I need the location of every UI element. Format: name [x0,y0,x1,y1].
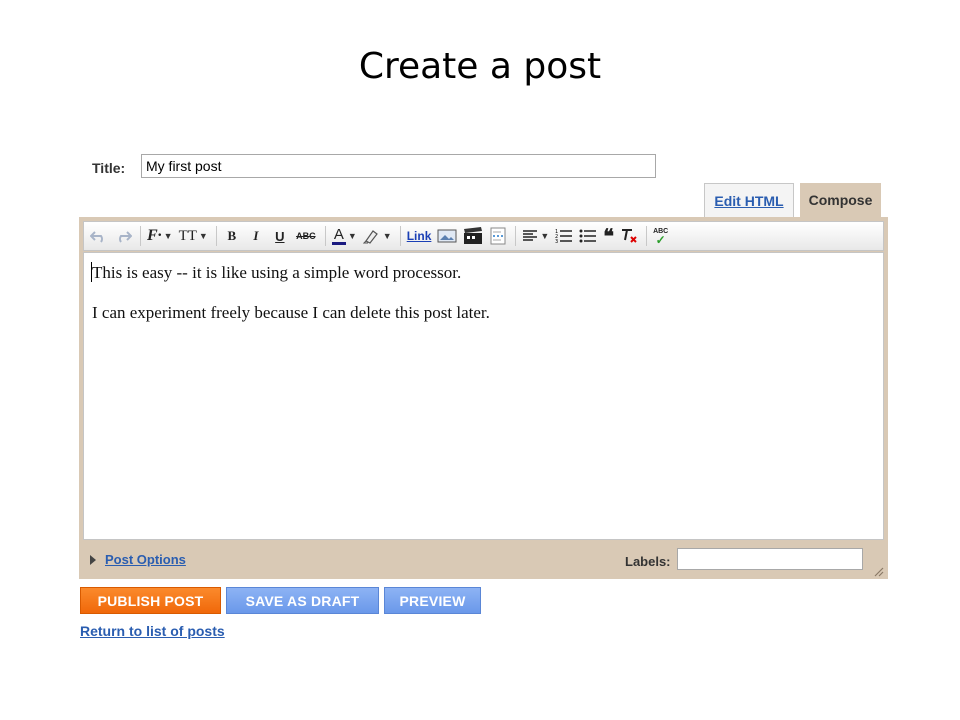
publish-post-button[interactable]: PUBLISH POST [80,587,221,614]
editor-paragraph: I can experiment freely because I can de… [92,303,490,322]
font-family-icon: F· [147,227,162,244]
title-label: Title: [92,160,126,176]
triangle-right-icon [90,554,96,565]
font-family-dropdown[interactable]: F· ▼ [147,225,173,247]
insert-image-icon[interactable] [437,225,457,247]
text-cursor [91,262,92,282]
return-to-posts-link[interactable]: Return to list of posts [80,623,225,639]
font-size-dropdown[interactable]: TT ▼ [179,225,208,247]
blockquote-icon[interactable]: ❝ [603,224,614,248]
bullet-list-icon[interactable] [579,225,597,247]
editor-paragraph: This is easy -- it is like using a simpl… [92,263,462,282]
chevron-down-icon: ▼ [198,231,208,241]
spellcheck-button[interactable]: ABC ✓ [653,225,668,247]
svg-text:3: 3 [555,239,558,244]
save-as-draft-button[interactable]: SAVE AS DRAFT [226,587,379,614]
toolbar-separator [324,226,326,246]
post-options-toggle[interactable]: Post Options [90,552,186,567]
redo-icon[interactable] [114,225,132,247]
checkmark-icon: ✓ [655,233,666,247]
chevron-down-icon: ▼ [540,231,550,241]
chevron-down-icon: ▼ [347,231,357,241]
remove-formatting-icon[interactable] [620,225,638,247]
post-body-editor[interactable]: This is easy -- it is like using a simpl… [83,252,884,540]
italic-button[interactable]: I [247,225,265,247]
font-size-icon: TT [178,227,197,244]
undo-icon[interactable] [90,225,108,247]
insert-video-icon[interactable] [463,225,483,247]
toolbar-separator [515,226,517,246]
labels-input[interactable] [677,548,863,570]
insert-jump-break-icon[interactable] [489,225,507,247]
toolbar-separator [399,226,401,246]
text-color-icon: A [331,226,346,245]
highlight-dropdown[interactable]: ▼ [362,225,392,247]
toolbar-separator [215,226,217,246]
editor-toolbar: F· ▼ TT ▼ B I U ABC A ▼ ▼ Link ▼ 123 ❝ A… [83,221,884,251]
resize-grip-icon[interactable] [872,565,884,577]
insert-link-button[interactable]: Link [407,225,432,247]
strikethrough-button[interactable]: ABC [295,225,317,247]
toolbar-separator [140,226,141,246]
slide-title: Create a post [358,46,602,87]
tab-compose[interactable]: Compose [800,183,881,217]
post-title-input[interactable] [141,154,656,178]
post-options-link[interactable]: Post Options [105,552,186,567]
highlighter-icon [362,230,378,244]
bold-button[interactable]: B [223,225,241,247]
alignment-dropdown[interactable]: ▼ [522,225,549,247]
labels-label: Labels: [625,554,671,569]
preview-button[interactable]: PREVIEW [384,587,481,614]
align-left-icon [523,230,538,241]
chevron-down-icon: ▼ [163,231,173,241]
underline-button[interactable]: U [271,225,289,247]
toolbar-separator [646,226,648,246]
chevron-down-icon: ▼ [382,231,392,241]
text-color-dropdown[interactable]: A ▼ [331,225,357,247]
numbered-list-icon[interactable]: 123 [555,225,573,247]
tab-edit-html[interactable]: Edit HTML [704,183,794,217]
